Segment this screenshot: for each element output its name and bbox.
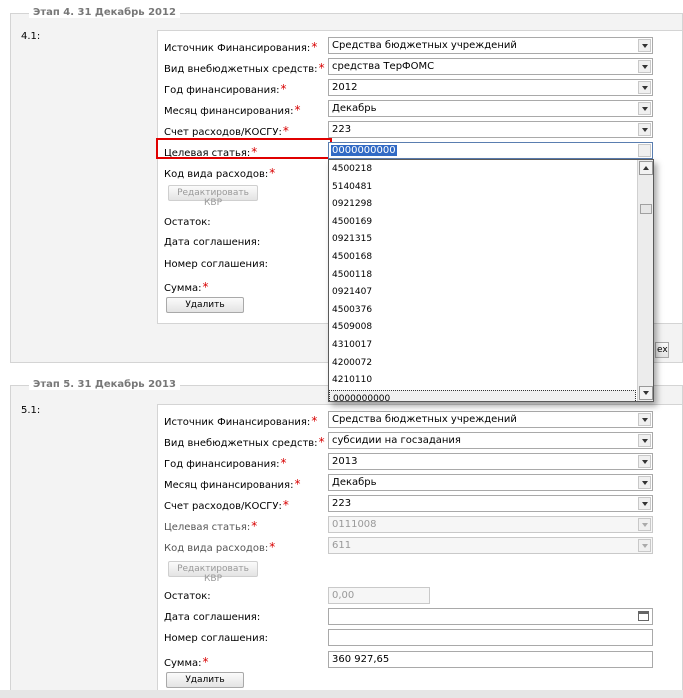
stage-4-expense-code-label: Код вида расходов:* — [164, 166, 276, 180]
stage-5-agreement-number-field[interactable] — [328, 629, 653, 646]
stage-4-account-select[interactable]: 223 — [328, 121, 653, 138]
chevron-down-icon — [638, 518, 651, 531]
dropdown-option[interactable]: 4500218 — [329, 161, 636, 179]
bottom-strip — [0, 690, 683, 698]
dropdown-option[interactable]: 4210110 — [329, 372, 636, 390]
stage-5-agreement-date-field[interactable] — [328, 608, 653, 625]
dropdown-option[interactable]: 4500168 — [329, 249, 636, 267]
scroll-down-icon[interactable] — [639, 386, 653, 400]
dropdown-option[interactable]: 0921315 — [329, 231, 636, 249]
stage-4-item-number: 4.1: — [21, 31, 41, 42]
stage-4-source-label: Источник Финансирования:* — [164, 40, 318, 54]
dropdown-option[interactable]: 4500376 — [329, 302, 636, 320]
stage-5-item-number: 5.1: — [21, 405, 41, 416]
stage-5-delete-button[interactable]: Удалить — [166, 672, 244, 688]
stage-5-amount-field[interactable]: 360 927,65 — [328, 651, 653, 668]
stage-4-month-select[interactable]: Декабрь — [328, 100, 653, 117]
stage-5-target-article-label: Целевая статья:* — [164, 519, 258, 533]
stage-4-amount-label: Сумма:* — [164, 280, 209, 294]
stage-5-account-select[interactable]: 223 — [328, 495, 653, 512]
target-article-highlight — [156, 138, 332, 159]
stage-4-agreement-number-label: Номер соглашения: — [164, 259, 268, 270]
chevron-down-icon — [638, 39, 651, 52]
chevron-down-icon — [638, 102, 651, 115]
dropdown-options: 4500218 5140481 0921298 4500169 0921315 … — [329, 161, 636, 401]
stage-4-year-select[interactable]: 2012 — [328, 79, 653, 96]
chevron-down-icon — [638, 434, 651, 447]
dropdown-option[interactable]: 5140481 — [329, 179, 636, 197]
stage-5-extrabudget-select[interactable]: субсидии на госзадания — [328, 432, 653, 449]
stage-5-source-select[interactable]: Средства бюджетных учреждений — [328, 411, 653, 428]
chevron-down-icon — [638, 497, 651, 510]
chevron-down-icon[interactable] — [638, 144, 651, 157]
stage-4-delete-button[interactable]: Удалить — [166, 297, 244, 313]
dropdown-option[interactable]: 4500118 — [329, 267, 636, 285]
stage-5-remainder-field: 0,00 — [328, 587, 430, 604]
stage-4-extrabudget-select[interactable]: средства ТерФОМС — [328, 58, 653, 75]
stage-5-agreement-date-label: Дата соглашения: — [164, 612, 261, 623]
stage-4-source-select[interactable]: Средства бюджетных учреждений — [328, 37, 653, 54]
chevron-down-icon — [638, 413, 651, 426]
dropdown-option[interactable]: 4200072 — [329, 355, 636, 373]
dropdown-option[interactable]: 0921298 — [329, 196, 636, 214]
stage-5-account-label: Счет расходов/КОСГУ:* — [164, 498, 289, 512]
dropdown-option-selected[interactable]: 0000000000 — [329, 389, 636, 401]
stage-5-extrabudget-label: Вид внебюджетных средств:* — [164, 435, 325, 449]
dropdown-option[interactable]: 4500169 — [329, 214, 636, 232]
target-article-selected-value: 0000000000 — [331, 145, 397, 156]
stage-4-account-label: Счет расходов/КОСГУ:* — [164, 124, 289, 138]
stage-4-extrabudget-label: Вид внебюджетных средств:* — [164, 61, 325, 75]
stage-5-target-article-select: 0111008 — [328, 516, 653, 533]
target-article-dropdown-list[interactable]: 4500218 5140481 0921298 4500169 0921315 … — [328, 159, 654, 402]
stage-5-expense-code-label: Код вида расходов:* — [164, 540, 276, 554]
stage-5-legend: Этап 5. 31 Декабрь 2013 — [29, 379, 180, 390]
dropdown-option[interactable]: 0921407 — [329, 284, 636, 302]
stage-5-month-label: Месяц финансирования:* — [164, 477, 301, 491]
stage-5-agreement-number-label: Номер соглашения: — [164, 633, 268, 644]
chevron-down-icon — [638, 476, 651, 489]
stage-5-year-label: Год финансирования:* — [164, 456, 287, 470]
stage-4-agreement-date-label: Дата соглашения: — [164, 237, 261, 248]
chevron-down-icon — [638, 60, 651, 73]
stage-4-month-label: Месяц финансирования:* — [164, 103, 301, 117]
stage-5-edit-kvr-button[interactable]: Редактировать КВР — [168, 561, 258, 584]
stage-4-remainder-label: Остаток: — [164, 217, 211, 228]
target-article-dropdown-input[interactable]: 0000000000 — [328, 142, 653, 159]
scrollbar-thumb[interactable] — [640, 204, 652, 214]
stage-4-edit-kvr-button[interactable]: Редактировать КВР — [168, 185, 258, 208]
chevron-down-icon — [638, 123, 651, 136]
dropdown-scrollbar[interactable] — [637, 160, 653, 401]
scroll-up-icon[interactable] — [639, 161, 653, 175]
stage-5-amount-label: Сумма:* — [164, 655, 209, 669]
stage-5-month-select[interactable]: Декабрь — [328, 474, 653, 491]
stage-5-source-label: Источник Финансирования:* — [164, 414, 318, 428]
chevron-down-icon — [638, 455, 651, 468]
dropdown-option[interactable]: 4509008 — [329, 319, 636, 337]
stage-4-legend: Этап 4. 31 Декабрь 2012 — [29, 7, 180, 18]
stage-5-year-select[interactable]: 2013 — [328, 453, 653, 470]
stage-4-year-label: Год финансирования:* — [164, 82, 287, 96]
dropdown-option[interactable]: 4310017 — [329, 337, 636, 355]
stage-5-remainder-label: Остаток: — [164, 591, 211, 602]
calendar-icon[interactable] — [638, 611, 649, 621]
chevron-down-icon — [638, 539, 651, 552]
chevron-down-icon — [638, 81, 651, 94]
stage-4-partial-button[interactable]: ex — [655, 342, 669, 358]
stage-5-expense-code-select: 611 — [328, 537, 653, 554]
